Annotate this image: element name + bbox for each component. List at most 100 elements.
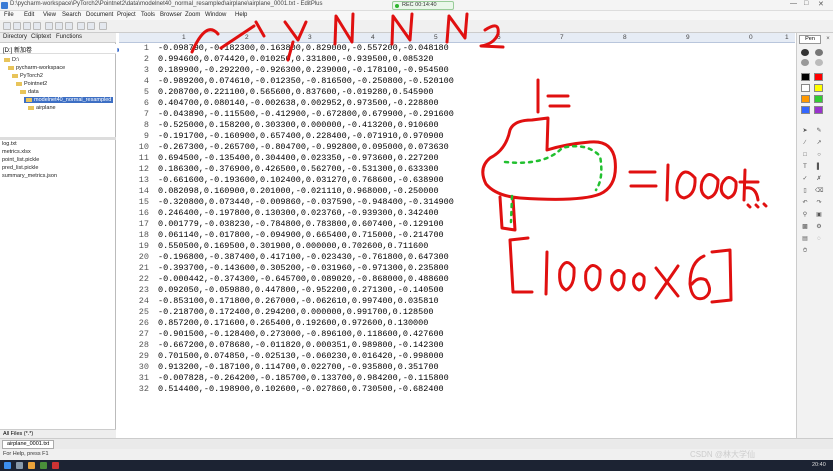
editor-line[interactable]: 31 -0.007828,-0.264200,-0.185700,0.133700… — [119, 373, 795, 384]
hide-icon[interactable]: ◌ — [815, 236, 823, 243]
file-item[interactable]: summary_metrics.json — [2, 173, 57, 179]
editor-line[interactable]: 3 0.189900,-0.292200,-0.926300,0.239000,-… — [119, 65, 795, 76]
editor-line[interactable]: 1 -0.098790,-0.182300,0.163800,0.829000,-… — [119, 43, 795, 54]
menu-tools[interactable]: Tools — [141, 12, 155, 18]
menu-help[interactable]: Help — [235, 12, 247, 18]
color-swatch[interactable] — [814, 106, 823, 114]
editor-line[interactable]: 2 0.994600,0.074420,0.010250,0.331800,-0.… — [119, 54, 795, 65]
editor-line[interactable]: 12 0.186300,-0.376900,0.426500,0.562700,-… — [119, 164, 795, 175]
arrow-tool-icon[interactable]: ↗ — [815, 140, 823, 147]
color-swatch[interactable] — [801, 84, 810, 92]
file-item[interactable]: log.txt — [2, 141, 17, 147]
pen-size-icon[interactable] — [801, 49, 809, 56]
text-tool-icon[interactable]: T — [801, 164, 809, 171]
editor-line[interactable]: 23 0.092050,-0.059880,0.447800,-0.952200,… — [119, 285, 795, 296]
editor-line[interactable]: 29 0.701500,0.074850,-0.025130,-0.060230,… — [119, 351, 795, 362]
zoom-icon[interactable]: ⚲ — [801, 212, 809, 219]
print-icon[interactable]: ▤ — [801, 236, 809, 243]
copy-icon[interactable] — [55, 22, 63, 30]
file-item[interactable]: metrics.xlsx — [2, 149, 31, 155]
timer-icon[interactable]: ⏱ — [801, 248, 809, 255]
cross-icon[interactable]: ✗ — [815, 176, 823, 183]
tree-item-airplane[interactable]: airplane — [28, 105, 56, 111]
editor-line[interactable]: 28 -0.667200,0.078680,-0.011820,0.000351,… — [119, 340, 795, 351]
editor-line[interactable]: 26 0.857200,0.171600,0.265400,0.192600,0.… — [119, 318, 795, 329]
editor-line[interactable]: 24 -0.853100,0.171800,0.267000,-0.062610,… — [119, 296, 795, 307]
minimize-icon[interactable]: — — [790, 0, 797, 7]
tree-item-modelnet[interactable]: modelnet40_normal_resampled — [24, 97, 114, 103]
color-swatch[interactable] — [814, 84, 823, 92]
undo-icon[interactable] — [77, 22, 85, 30]
editor-line[interactable]: 27 -0.901500,-0.128400,0.273000,-0.896100… — [119, 329, 795, 340]
tree-item-workspace[interactable]: pycharm-workspace — [8, 65, 65, 71]
undo-icon[interactable]: ↶ — [801, 200, 809, 207]
color-swatch[interactable] — [801, 95, 810, 103]
save-icon[interactable] — [23, 22, 31, 30]
pen-size-icon[interactable] — [815, 59, 823, 66]
cut-icon[interactable] — [45, 22, 53, 30]
color-swatch[interactable] — [814, 73, 823, 81]
maximize-icon[interactable]: □ — [804, 0, 808, 7]
editor-line[interactable]: 16 0.246400,-0.197800,0.130300,0.023760,-… — [119, 208, 795, 219]
editor-line[interactable]: 11 0.694500,-0.135400,0.304400,0.023350,-… — [119, 153, 795, 164]
editor-line[interactable]: 25 -0.218700,0.172400,0.294200,0.000000,0… — [119, 307, 795, 318]
editplus-taskbar-icon[interactable] — [52, 462, 59, 469]
rectangle-tool-icon[interactable]: □ — [801, 152, 809, 159]
paste-icon[interactable] — [65, 22, 73, 30]
editor-line[interactable]: 15 -0.320800,0.073440,-0.009860,-0.037590… — [119, 197, 795, 208]
editor-line[interactable]: 21 -0.393700,-0.143600,0.305200,-0.031960… — [119, 263, 795, 274]
menu-zoom[interactable]: Zoom — [185, 12, 200, 18]
color-swatch[interactable] — [814, 95, 823, 103]
close-icon[interactable]: × — [824, 36, 832, 43]
tab-directory[interactable]: Directory — [3, 34, 27, 40]
redo-icon[interactable] — [87, 22, 95, 30]
find-icon[interactable] — [99, 22, 107, 30]
menu-browser[interactable]: Browser — [160, 12, 182, 18]
clear-icon[interactable]: ⌫ — [815, 188, 823, 195]
panel-splitter[interactable] — [0, 137, 116, 140]
tab-document[interactable]: airplane_0001.txt — [2, 440, 55, 449]
menu-project[interactable]: Project — [117, 12, 136, 18]
file-item[interactable]: point_list.pickle — [2, 157, 39, 163]
menu-file[interactable]: File — [4, 12, 14, 18]
editor-line[interactable]: 19 0.550500,0.169500,0.301900,0.000000,0.… — [119, 241, 795, 252]
tree-item-root[interactable]: D:\ — [4, 57, 19, 63]
tab-cliptext[interactable]: Cliptext — [31, 34, 51, 40]
editor-line[interactable]: 6 0.404700,0.080140,-0.002638,0.002952,0.… — [119, 98, 795, 109]
ellipse-tool-icon[interactable]: ○ — [815, 152, 823, 159]
open-file-icon[interactable] — [13, 22, 21, 30]
editor-line[interactable]: 4 -0.989200,0.074610,-0.012350,-0.816500,… — [119, 76, 795, 87]
editor-line[interactable]: 8 -0.525000,0.158200,0.303300,0.000000,-0… — [119, 120, 795, 131]
close-icon[interactable]: ✕ — [818, 0, 824, 8]
settings-icon[interactable]: ⚙ — [815, 224, 823, 231]
menu-document[interactable]: Document — [86, 12, 113, 18]
editor-line[interactable]: 32 0.514400,-0.198900,0.102600,-0.027860,… — [119, 384, 795, 395]
drive-selector[interactable]: [D:] 新加卷 — [0, 44, 116, 54]
pen-size-icon[interactable] — [801, 59, 809, 66]
file-item[interactable]: pred_list.pickle — [2, 165, 38, 171]
pen-size-icon[interactable] — [815, 49, 823, 56]
check-icon[interactable]: ✓ — [801, 176, 809, 183]
color-swatch[interactable] — [801, 73, 810, 81]
explorer-icon[interactable] — [28, 462, 35, 469]
tab-functions[interactable]: Functions — [56, 34, 82, 40]
editor-line[interactable]: 18 0.061140,-0.017800,-0.094900,0.665400,… — [119, 230, 795, 241]
editor-line[interactable]: 30 0.913200,-0.187100,0.114700,0.022700,-… — [119, 362, 795, 373]
print-icon[interactable] — [33, 22, 41, 30]
color-swatch[interactable] — [801, 106, 810, 114]
save-icon[interactable]: ▩ — [801, 224, 809, 231]
eraser-icon[interactable]: ▯ — [801, 188, 809, 195]
menu-view[interactable]: View — [43, 12, 56, 18]
search-icon[interactable] — [16, 462, 23, 469]
editor-line[interactable]: 9 -0.191700,-0.160900,0.657400,0.228400,-… — [119, 131, 795, 142]
text-editor[interactable]: 1 -0.098790,-0.182300,0.163800,0.829000,-… — [119, 43, 795, 438]
editor-line[interactable]: 14 0.082098,0.160900,0.201000,-0.021110,0… — [119, 186, 795, 197]
editor-line[interactable]: 5 0.208700,0.221100,0.565600,0.837600,-0.… — [119, 87, 795, 98]
editor-line[interactable]: 10 -0.267300,-0.265700,-0.804700,-0.99280… — [119, 142, 795, 153]
menu-search[interactable]: Search — [62, 12, 81, 18]
editor-line[interactable]: 13 -0.661600,-0.193600,0.102400,0.031270,… — [119, 175, 795, 186]
new-file-icon[interactable] — [3, 22, 11, 30]
tree-item-pointnet2[interactable]: Pointnet2 — [16, 81, 47, 87]
windows-start-icon[interactable] — [4, 462, 11, 469]
editor-line[interactable]: 7 -0.043890,-0.115500,-0.412900,-0.672800… — [119, 109, 795, 120]
